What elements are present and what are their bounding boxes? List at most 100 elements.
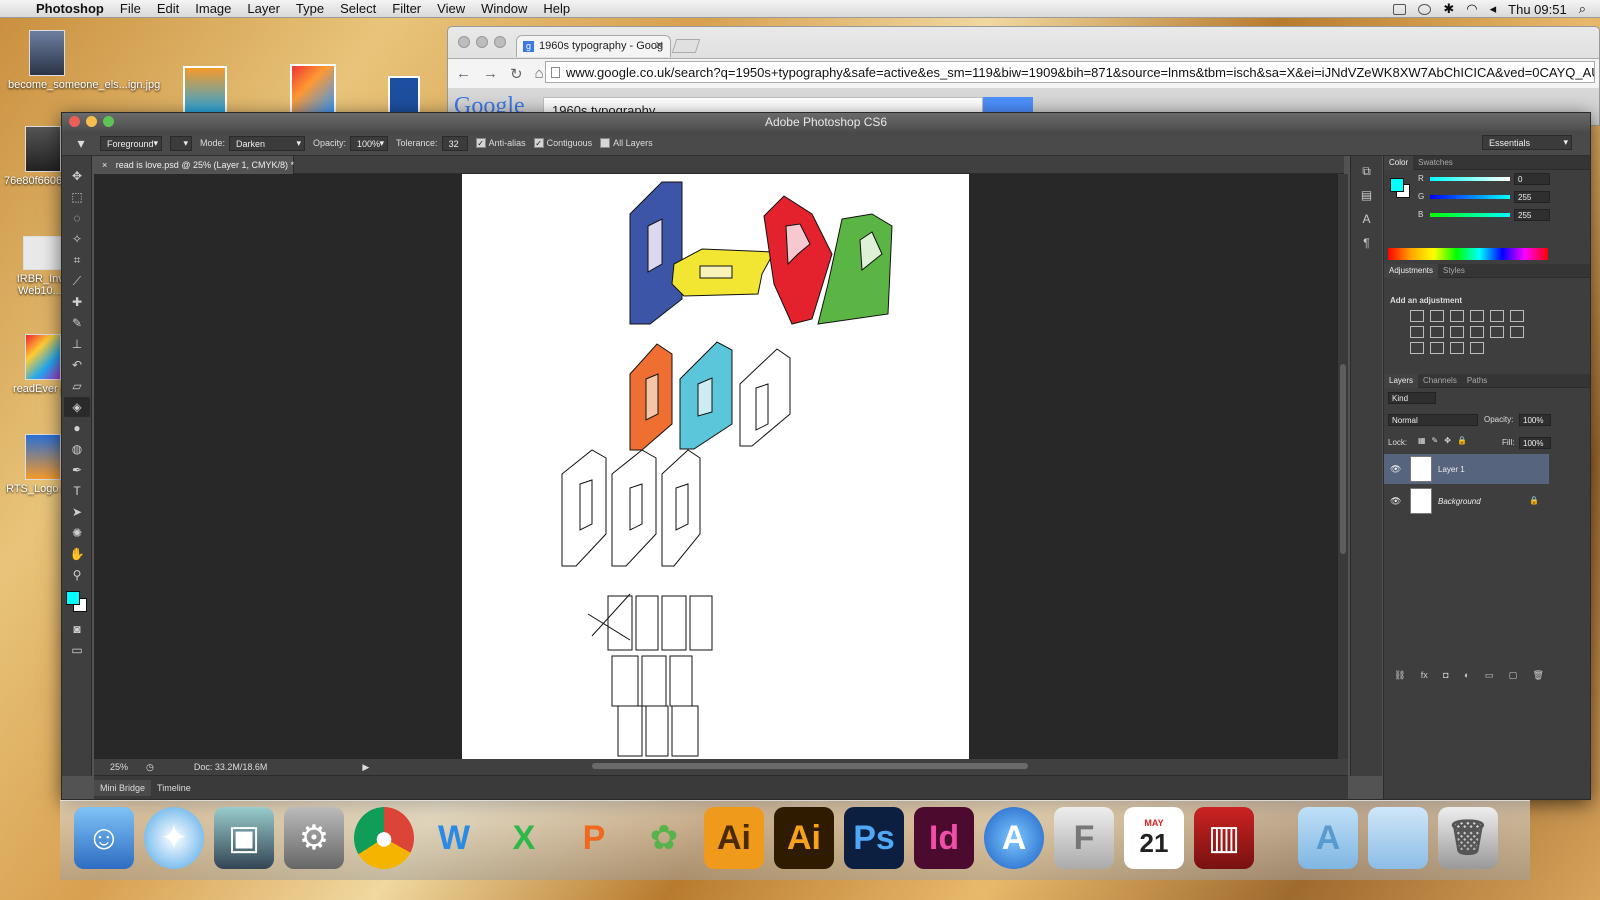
hue-saturation-icon[interactable] — [1510, 310, 1524, 322]
channel-g-value[interactable]: 255 — [1514, 191, 1550, 203]
menu-select[interactable]: Select — [340, 1, 376, 16]
menu-file[interactable]: File — [120, 1, 141, 16]
new-layer-icon[interactable]: ▢ — [1509, 670, 1518, 681]
doc-size[interactable]: Doc: 33.2M/18.6M — [194, 762, 268, 772]
magic-wand-tool-icon[interactable]: ✧ — [64, 229, 90, 249]
menu-view[interactable]: View — [437, 1, 465, 16]
channel-b-value[interactable]: 255 — [1514, 209, 1550, 221]
tab-timeline[interactable]: Timeline — [151, 783, 197, 793]
type-tool-icon[interactable]: T — [64, 481, 90, 501]
horizontal-scrollbar-thumb[interactable] — [592, 763, 1028, 769]
document-tab[interactable]: × read is love.psd @ 25% (Layer 1, CMYK/… — [94, 156, 294, 174]
menu-image[interactable]: Image — [195, 1, 231, 16]
wifi-icon[interactable]: ◠ — [1466, 1, 1477, 17]
healing-brush-tool-icon[interactable]: ✚ — [64, 292, 90, 312]
gradient-map-icon[interactable] — [1470, 342, 1484, 354]
clone-stamp-tool-icon[interactable]: ⊥ — [64, 334, 90, 354]
channel-r-slider[interactable] — [1430, 177, 1510, 181]
menu-layer[interactable]: Layer — [247, 1, 280, 16]
fill-input[interactable]: 100% — [1519, 437, 1551, 449]
channel-g-slider[interactable] — [1430, 195, 1510, 199]
path-selection-tool-icon[interactable]: ➤ — [64, 502, 90, 522]
zoom-button[interactable] — [494, 36, 506, 48]
move-tool-icon[interactable]: ✥ — [64, 166, 90, 186]
close-button[interactable] — [458, 36, 470, 48]
history-brush-tool-icon[interactable]: ↶ — [64, 355, 90, 375]
menu-edit[interactable]: Edit — [157, 1, 179, 16]
fill-source-select[interactable]: Foreground — [100, 135, 162, 151]
close-tab-icon[interactable]: ✕ — [655, 39, 664, 52]
tab-channels[interactable]: Channels — [1418, 376, 1462, 385]
layer-name[interactable]: Background — [1438, 497, 1481, 506]
dock-finder[interactable]: ☺ — [74, 807, 134, 869]
tab-color[interactable]: Color — [1384, 155, 1414, 170]
visibility-eye-icon[interactable]: 👁 — [1390, 496, 1401, 507]
status-info-icon[interactable]: ◷ — [146, 762, 154, 773]
reload-icon[interactable]: ↻ — [510, 65, 523, 83]
exposure-icon[interactable] — [1470, 310, 1484, 322]
blur-tool-icon[interactable]: ● — [64, 418, 90, 438]
dock-illustrator[interactable]: Ai — [704, 807, 764, 869]
dock-documents-folder[interactable] — [1368, 807, 1428, 869]
lock-options-icon[interactable]: ▦✎✥🔒 — [1418, 436, 1473, 445]
channel-mixer-icon[interactable] — [1470, 326, 1484, 338]
home-icon[interactable]: ⌂ — [535, 65, 544, 82]
paint-bucket-tool-icon[interactable]: ◈ — [64, 397, 90, 417]
zoom-tool-icon[interactable]: ⚲ — [64, 565, 90, 585]
dock-indesign[interactable]: Id — [914, 807, 974, 869]
character-panel-icon[interactable]: A — [1357, 212, 1377, 228]
brush-tool-icon[interactable]: ✎ — [64, 313, 90, 333]
paint-bucket-icon[interactable]: ▾ — [62, 135, 100, 152]
dock-app-store[interactable]: A — [984, 807, 1044, 869]
hand-tool-icon[interactable]: ✋ — [64, 544, 90, 564]
dock-font-book[interactable]: F — [1054, 807, 1114, 869]
shape-tool-icon[interactable]: ✺ — [64, 523, 90, 543]
desktop-image-thumbnail[interactable] — [388, 76, 420, 114]
tab-mini-bridge[interactable]: Mini Bridge — [94, 779, 152, 796]
brightness-icon[interactable] — [1410, 310, 1424, 322]
tab-adjustments[interactable]: Adjustments — [1384, 263, 1439, 278]
delete-layer-icon[interactable]: 🗑 — [1533, 670, 1544, 681]
layer-row-layer-1[interactable]: 👁 Layer 1 — [1384, 454, 1549, 484]
close-button[interactable] — [69, 116, 80, 127]
dock-safari[interactable]: ✦ — [144, 807, 204, 869]
desktop-image-thumbnail[interactable] — [183, 66, 227, 114]
history-panel-icon[interactable]: ⧉ — [1357, 164, 1377, 180]
invert-icon[interactable] — [1510, 326, 1524, 338]
zoom-button[interactable] — [103, 116, 114, 127]
all-layers-checkbox[interactable] — [600, 138, 611, 148]
marquee-tool-icon[interactable]: ⬚ — [64, 187, 90, 207]
minimize-button[interactable] — [86, 116, 97, 127]
black-white-icon[interactable] — [1430, 326, 1444, 338]
layer-row-background[interactable]: 👁 Background 🔒 — [1384, 486, 1549, 516]
tolerance-input[interactable]: 32 — [441, 135, 468, 151]
desktop-image-thumbnail[interactable] — [290, 64, 336, 114]
tab-styles[interactable]: Styles — [1438, 266, 1470, 275]
menu-app-name[interactable]: Photoshop — [36, 1, 104, 16]
dock-excel[interactable]: X — [494, 807, 554, 869]
spotlight-icon[interactable]: ⌕ — [1579, 1, 1586, 17]
close-document-icon[interactable]: × — [102, 160, 107, 170]
color-balance-icon[interactable] — [1410, 326, 1424, 338]
properties-panel-icon[interactable]: ▤ — [1357, 188, 1377, 204]
color-swatches[interactable] — [64, 589, 90, 615]
tab-layers[interactable]: Layers — [1384, 373, 1419, 388]
dock-gecko[interactable]: ✿ — [634, 807, 694, 869]
dock-word[interactable]: W — [424, 807, 484, 869]
levels-icon[interactable] — [1430, 310, 1444, 322]
dock-powerpoint[interactable]: P — [564, 807, 624, 869]
dock-photoshop[interactable]: Ps — [844, 807, 904, 869]
dodge-tool-icon[interactable]: ◍ — [64, 439, 90, 459]
tab-paths[interactable]: Paths — [1462, 376, 1492, 385]
address-bar[interactable]: www.google.co.uk/search?q=1950s+typograp… — [545, 61, 1595, 83]
pattern-picker[interactable] — [170, 135, 192, 151]
dock-trash[interactable]: 🗑 — [1438, 807, 1498, 869]
workspace-select[interactable]: Essentials — [1482, 135, 1572, 150]
dock-chrome[interactable]: ● — [354, 807, 414, 869]
crop-tool-icon[interactable]: ⌗ — [64, 250, 90, 270]
new-tab-button[interactable] — [671, 39, 701, 53]
anti-alias-checkbox[interactable]: ✓ — [475, 138, 486, 148]
layer-filter-kind[interactable]: Kind — [1388, 392, 1436, 404]
forward-icon[interactable]: → — [483, 65, 498, 82]
zoom-level[interactable]: 25% — [94, 762, 146, 772]
